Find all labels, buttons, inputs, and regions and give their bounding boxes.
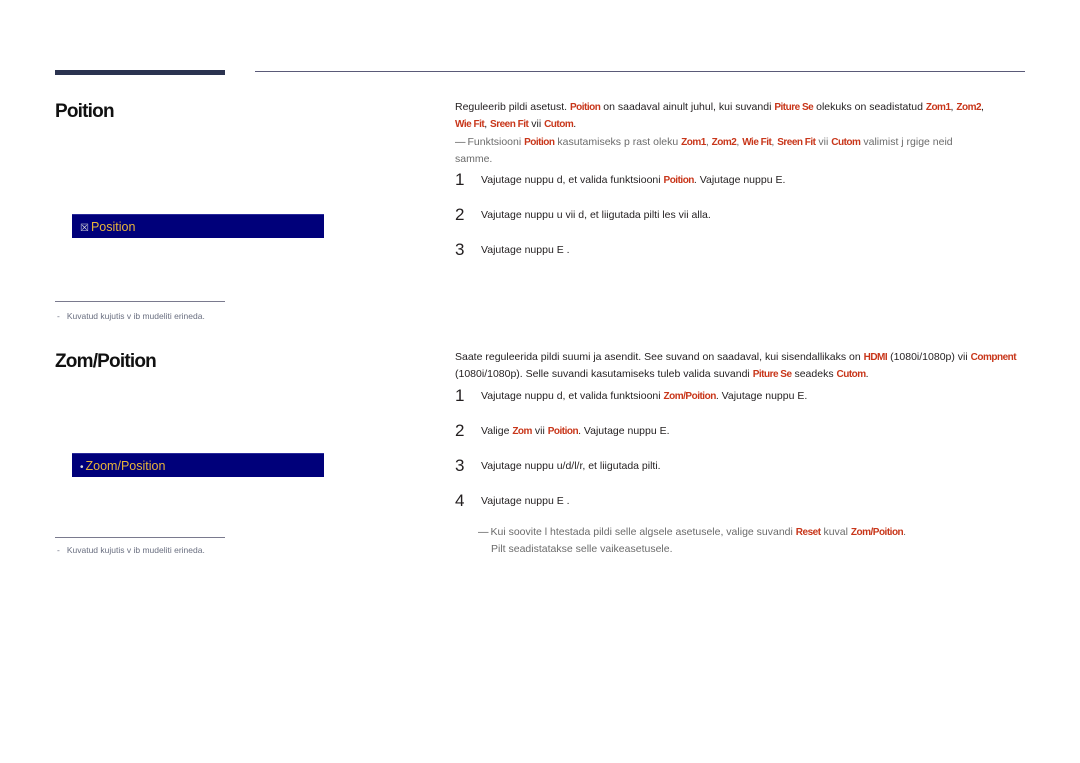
keyword: Cutom [831,137,861,148]
step-item: 1 Vajutage nuppu d, et valida funktsiooni… [455,170,786,189]
text-run: kasutamiseks p rast oleku [554,136,682,148]
text-run: . Vajutage nuppu E. [715,390,808,402]
osd-menu-position: ☒ Position [72,214,324,238]
keyword: Zom/Poition [850,527,904,538]
text-run: Saate reguleerida pildi suumi ja asendit… [455,351,864,363]
step-item: 3 Vajutage nuppu E . [455,240,570,259]
keyword: Zom/Poition [663,391,717,402]
osd-label: Position [90,220,136,234]
zoom-position-note: — Kui soovite l htestada pildi selle algs… [478,524,998,558]
keyword: Poition [663,175,695,186]
text-run: olekuks on seadistatud [813,101,926,113]
keyword: Cutom [544,119,574,130]
text-run: Vajutage nuppu E . [481,495,570,507]
note-dash-icon: — [455,136,466,148]
position-note: — Funktsiooni Poition kasutamiseks p rast… [455,134,985,168]
text-run: , [981,101,984,113]
step-item: 2 Valige Zom vii Poition. Vajutage nuppu … [455,421,670,440]
step-item: 4 Vajutage nuppu E . [455,491,570,510]
step-item: 3 Vajutage nuppu u/d/l/r, et liigutada pi… [455,456,661,475]
text-run: Valige [481,425,513,437]
osd-menu-zoom-position: • Zoom/Position [72,453,324,477]
keyword: Reset [795,527,821,538]
keyword: Cutom [836,369,867,380]
text-run: Vajutage nuppu d, et valida funktsiooni [481,390,664,402]
step-number: 3 [455,456,465,475]
text-run: . [865,368,869,380]
text-run: Vajutage nuppu E . [481,244,570,256]
text-run: . Vajutage nuppu E. [693,174,786,186]
text-run: . [573,118,577,130]
step-item: 1 Vajutage nuppu d, et valida funktsiooni… [455,386,808,405]
section-title-position: Poition [55,101,115,122]
text-run: (1080i/1080p). Selle suvandi kasutamisek… [455,368,753,380]
menu-bullet-icon: • [80,462,84,473]
keyword: Sreen Fit [777,137,816,148]
keyword: Zom2 [956,102,982,113]
step-number: 1 [455,386,465,405]
footnote: - Kuvatud kujutis v ib mudeliti erineda. [57,311,205,321]
footnote-rule [55,301,225,302]
header-rule [255,71,1025,72]
text-run: vii [531,425,548,437]
keyword: Zom2 [711,137,737,148]
step-item: 2 Vajutage nuppu u vii d, et liigutada pi… [455,205,711,224]
section-title-zoom-position: Zom/Poition [55,351,157,372]
footnote: - Kuvatud kujutis v ib mudeliti erineda. [57,545,205,555]
keyword: Poition [524,137,555,148]
text-run: Vajutage nuppu u vii d, et liigutada pil… [481,209,711,221]
text-run: Kui soovite l htestada pildi selle algse… [490,526,796,538]
keyword: Wie Fit [742,137,772,148]
position-intro: Reguleerib pildi asetust. Poition on saa… [455,99,1035,133]
text-run: . [903,526,907,538]
text-run: Reguleerib pildi asetust. [455,101,570,113]
note-dash-icon: — [478,526,489,538]
keyword: Zom1 [681,137,706,148]
menu-marker-icon: ☒ [80,223,89,234]
text-run: Vajutage nuppu u/d/l/r, et liigutada pil… [481,460,661,472]
text-run: seadeks [791,368,837,380]
keyword: Piture Se [774,102,814,113]
header-accent-bar [55,70,225,75]
footnote-rule [55,537,225,538]
text-run: . Vajutage nuppu E. [578,425,670,437]
text-run: kuval [820,526,851,538]
text-run: Funktsiooni [467,136,525,148]
keyword: Piture Se [752,369,792,380]
keyword: Compnent [970,352,1017,363]
keyword: Poition [547,426,579,437]
step-number: 4 [455,491,465,510]
step-number: 2 [455,421,465,440]
keyword: Poition [569,102,601,113]
text-run: Vajutage nuppu d, et valida funktsiooni [481,174,664,186]
step-number: 3 [455,240,465,259]
text-run: vii [528,118,545,130]
keyword: Zom [512,426,532,437]
osd-label: Zoom/Position [85,459,166,473]
keyword: Wie Fit [455,119,485,130]
text-run: (1080i/1080p) vii [887,351,971,363]
text-run: Pilt seadistatakse selle vaikeasetusele. [491,543,673,555]
text-run: on saadaval ainult juhul, kui suvandi [600,101,775,113]
step-number: 2 [455,205,465,224]
zoom-position-intro: Saate reguleerida pildi suumi ja asendit… [455,349,1035,383]
keyword: Sreen Fit [490,119,529,130]
step-number: 1 [455,170,465,189]
text-run: vii [815,136,832,148]
keyword: Zom1 [925,102,951,113]
keyword: HDMI [863,352,888,363]
